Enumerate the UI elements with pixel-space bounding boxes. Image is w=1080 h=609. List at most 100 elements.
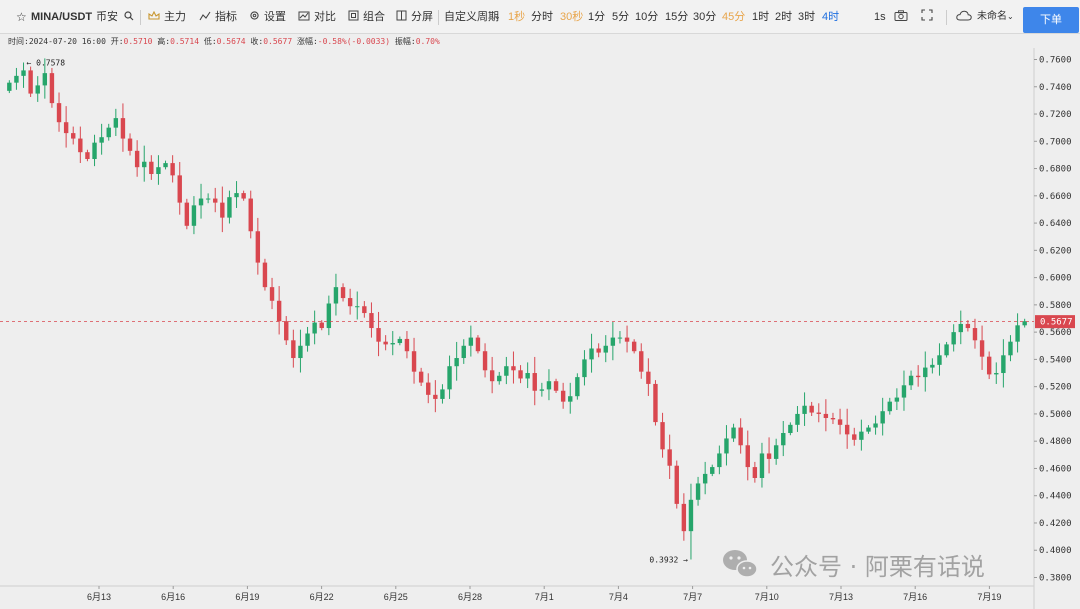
candle xyxy=(994,362,999,384)
candle-body xyxy=(894,397,900,402)
candle xyxy=(809,401,814,416)
candle-body xyxy=(624,337,630,342)
candle xyxy=(411,337,417,384)
candle xyxy=(930,358,935,374)
candle-body xyxy=(14,75,19,83)
candle-body xyxy=(120,118,126,139)
candle xyxy=(312,310,317,345)
candle xyxy=(92,134,97,167)
candle xyxy=(433,380,438,413)
candle xyxy=(873,415,878,435)
candle-body xyxy=(553,381,559,391)
candle xyxy=(802,392,807,426)
candle xyxy=(177,162,182,215)
candle xyxy=(944,341,949,358)
candle-body xyxy=(376,328,381,342)
candle xyxy=(14,67,19,90)
candle xyxy=(28,66,33,98)
candle-body xyxy=(852,434,857,440)
time-tick-label: 6月19 xyxy=(235,592,259,602)
price-tick-label: 0.7400 xyxy=(1039,83,1072,93)
candle xyxy=(248,190,253,239)
price-tick-label: 0.6000 xyxy=(1039,274,1072,284)
candle xyxy=(85,149,90,162)
candle-body xyxy=(319,322,324,329)
candle xyxy=(35,76,40,102)
candle-body xyxy=(986,356,992,375)
candle xyxy=(972,318,978,349)
time-tick-label: 7月10 xyxy=(755,592,779,602)
candle xyxy=(291,329,296,368)
candle-body xyxy=(873,423,878,428)
candle-body xyxy=(362,306,367,314)
candle xyxy=(99,123,104,155)
candle xyxy=(546,369,552,401)
candle xyxy=(440,384,445,404)
candle-body xyxy=(234,193,239,198)
candle xyxy=(227,190,232,224)
candle-body xyxy=(213,198,218,203)
candle xyxy=(71,126,76,145)
min-price-label: 0.3932 → xyxy=(649,556,688,565)
candle xyxy=(134,140,140,177)
candle-body xyxy=(859,431,864,440)
candle xyxy=(667,434,672,479)
candle-body xyxy=(802,405,807,414)
candle-body xyxy=(127,138,133,151)
candle-body xyxy=(617,337,623,339)
candle-body xyxy=(667,449,672,466)
candle xyxy=(986,351,992,380)
candle-body xyxy=(695,483,701,500)
candle xyxy=(880,397,885,436)
watermark-text: 公众号 · 阿栗有话说 xyxy=(770,553,985,581)
candle xyxy=(568,382,573,414)
candle-body xyxy=(681,503,687,532)
candle xyxy=(170,155,175,183)
watermark: 公众号 · 阿栗有话说 xyxy=(723,550,985,581)
candle xyxy=(759,442,765,488)
price-tick-label: 0.4600 xyxy=(1039,464,1072,474)
candle xyxy=(695,476,701,506)
candlestick-chart[interactable]: 0.7600 0.7400 0.7200 0.7000 0.6800 0.6600 0.64… xyxy=(0,0,1080,609)
candle xyxy=(951,324,956,352)
candle-body xyxy=(816,412,821,414)
time-tick-label: 7月4 xyxy=(609,592,628,602)
price-tick-label: 0.7600 xyxy=(1039,56,1072,66)
candle-body xyxy=(397,338,403,344)
candle xyxy=(894,388,900,410)
time-tick-label: 6月28 xyxy=(458,592,482,602)
candle xyxy=(589,333,594,373)
candle xyxy=(937,343,942,376)
candle xyxy=(596,343,601,358)
candle xyxy=(660,412,665,458)
candle xyxy=(646,358,651,396)
candle-body xyxy=(639,351,644,372)
candle-body xyxy=(28,70,33,94)
candle-body xyxy=(85,152,90,160)
candle-body xyxy=(759,453,765,478)
candle xyxy=(326,295,332,336)
candle xyxy=(560,382,566,409)
candle xyxy=(532,356,537,406)
candle-body xyxy=(788,424,793,434)
candle-body xyxy=(305,333,310,346)
candle-body xyxy=(930,364,935,368)
candle-body xyxy=(177,175,182,203)
candle-body xyxy=(923,367,928,378)
candle-body xyxy=(823,413,829,419)
candle-body xyxy=(809,405,814,413)
candle-body xyxy=(866,427,871,432)
candle xyxy=(915,365,921,387)
chart-overlay: 0.5677 ← 0.7578 0.3932 → xyxy=(0,58,1075,565)
candle-body xyxy=(411,351,417,372)
candle-body xyxy=(262,262,268,288)
candle-body xyxy=(418,371,424,383)
candle xyxy=(823,399,829,432)
candle-body xyxy=(937,355,942,365)
time-axis: 6月13 6月16 6月19 6月22 6月25 6月28 7月1 7月4 7月7 7月10 7月1… xyxy=(87,586,1001,602)
candle xyxy=(745,430,750,481)
candle xyxy=(383,335,388,351)
candle-body xyxy=(7,82,12,91)
candle xyxy=(255,217,261,275)
candle xyxy=(830,412,836,425)
